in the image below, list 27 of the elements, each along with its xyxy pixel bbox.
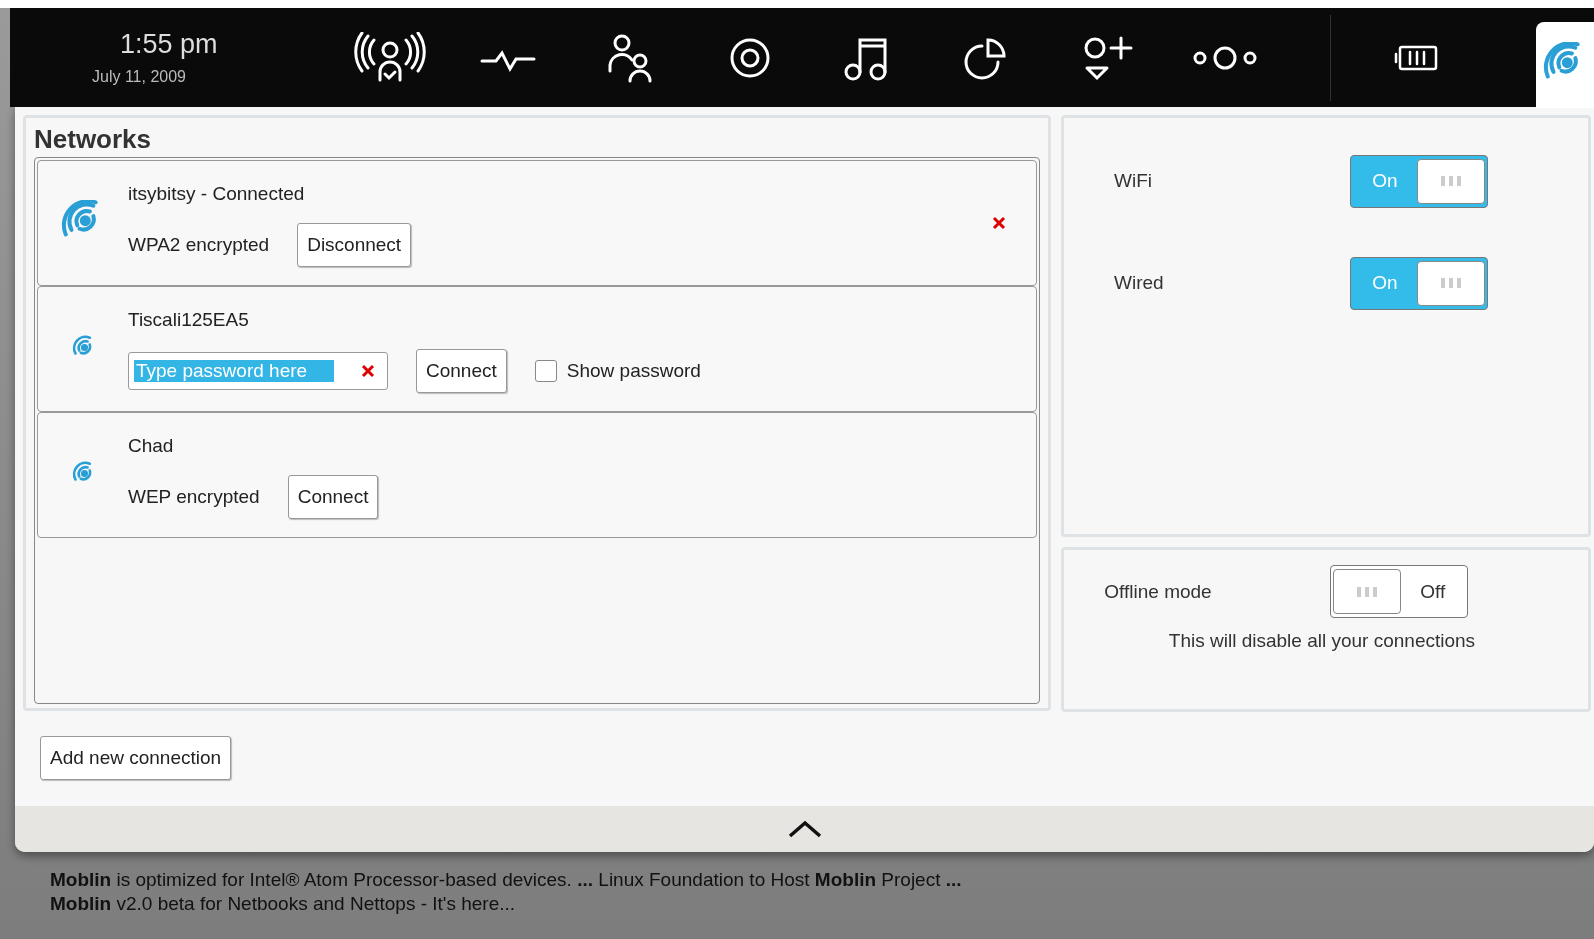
add-connection-button[interactable]: Add new connection xyxy=(40,736,232,780)
close-icon[interactable] xyxy=(992,216,1006,230)
offline-label: Offline mode xyxy=(1104,580,1212,603)
network-name: itsybitsy - Connected xyxy=(128,183,306,205)
network-name: Chad xyxy=(128,435,175,457)
checkbox[interactable] xyxy=(534,360,557,382)
security-label: WEP encrypted xyxy=(128,486,260,508)
offline-note: This will disable all your connections xyxy=(1168,630,1476,652)
network-tab[interactable] xyxy=(1536,22,1594,108)
result-snippet: Moblin is optimized for Intel® Atom Processor-based devices. ... Linux Foundation to Host Moblin Project ... Moblin v2.0 beta for Netbooks and Nettops - It's here... xyxy=(50,868,963,916)
clock-date: July 11, 2009 xyxy=(92,68,186,86)
security-label: WPA2 encrypted xyxy=(128,234,270,256)
checkbox-label: Show password xyxy=(566,360,701,382)
chevron-up-icon[interactable] xyxy=(787,820,822,838)
clock-time: 1:55 pm xyxy=(120,29,218,60)
disconnect-button[interactable]: Disconnect xyxy=(297,223,412,267)
grip-icon xyxy=(1440,175,1462,187)
grip-icon xyxy=(1440,277,1462,289)
clear-icon[interactable] xyxy=(361,364,375,378)
switch-label: Wired xyxy=(1114,272,1164,294)
network-name: Tiscali125EA5 xyxy=(128,309,250,331)
grip-icon xyxy=(1355,585,1378,598)
connect-button[interactable]: Connect xyxy=(287,475,379,519)
toggle-switch[interactable]: Off xyxy=(1329,565,1468,618)
networks-title: Networks xyxy=(34,124,153,155)
switch-label: WiFi xyxy=(1114,170,1152,192)
connect-button[interactable]: Connect xyxy=(416,349,507,393)
